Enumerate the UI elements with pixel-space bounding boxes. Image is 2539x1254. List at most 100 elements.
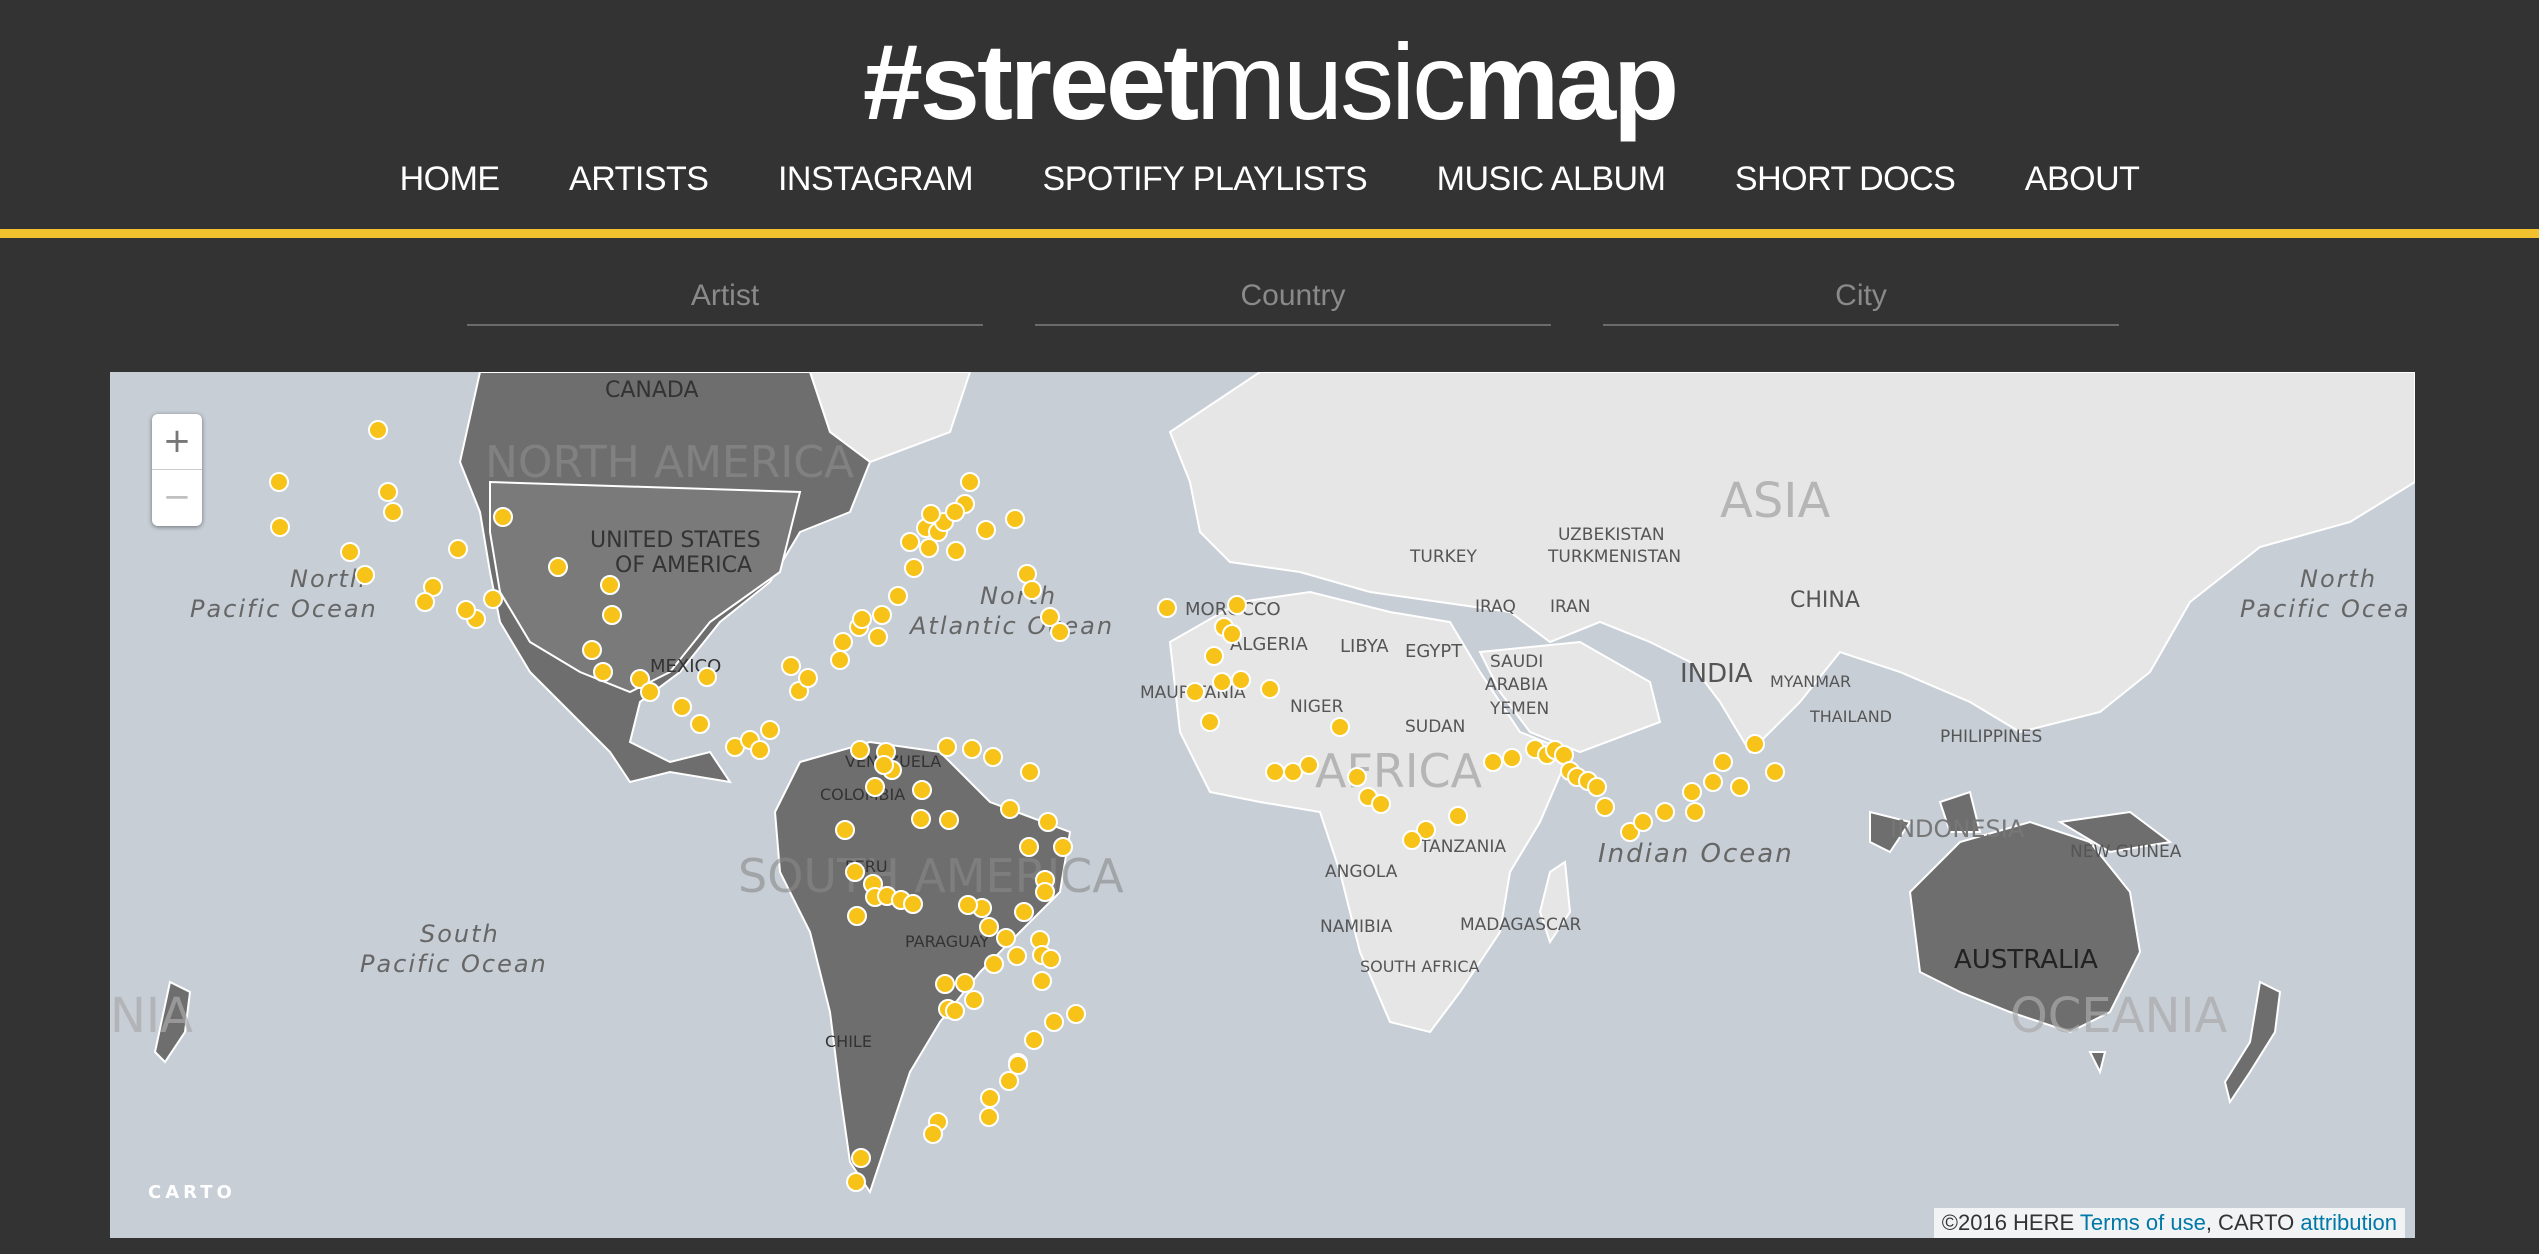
map-marker[interactable] bbox=[1008, 1055, 1028, 1075]
map-marker[interactable] bbox=[1703, 772, 1723, 792]
map-marker[interactable] bbox=[888, 586, 908, 606]
map-marker[interactable] bbox=[355, 565, 375, 585]
map-marker[interactable] bbox=[1200, 712, 1220, 732]
map-marker[interactable] bbox=[1007, 946, 1027, 966]
map-marker[interactable] bbox=[1227, 595, 1247, 615]
map-marker[interactable] bbox=[1005, 509, 1025, 529]
map-marker[interactable] bbox=[958, 895, 978, 915]
map-marker[interactable] bbox=[1685, 802, 1705, 822]
map-marker[interactable] bbox=[903, 894, 923, 914]
map-marker[interactable] bbox=[1020, 762, 1040, 782]
map-marker[interactable] bbox=[847, 906, 867, 926]
map-marker[interactable] bbox=[493, 507, 513, 527]
map-marker[interactable] bbox=[383, 502, 403, 522]
map-marker[interactable] bbox=[939, 810, 959, 830]
nav-artists[interactable]: ARTISTS bbox=[569, 160, 709, 199]
map-marker[interactable] bbox=[1022, 580, 1042, 600]
map-marker[interactable] bbox=[415, 592, 435, 612]
map-marker[interactable] bbox=[1044, 1012, 1064, 1032]
map-canvas[interactable]: CANADA NORTH AMERICA UNITED STATES OF AM… bbox=[110, 372, 2415, 1238]
nav-spotify-playlists[interactable]: SPOTIFY PLAYLISTS bbox=[1043, 160, 1368, 199]
map-marker[interactable] bbox=[456, 600, 476, 620]
map-marker[interactable] bbox=[851, 1148, 871, 1168]
map-marker[interactable] bbox=[1014, 902, 1034, 922]
map-marker[interactable] bbox=[600, 575, 620, 595]
map-marker[interactable] bbox=[874, 755, 894, 775]
map-marker[interactable] bbox=[980, 1088, 1000, 1108]
map-marker[interactable] bbox=[1265, 762, 1285, 782]
nav-short-docs[interactable]: SHORT DOCS bbox=[1735, 160, 1956, 199]
map-marker[interactable] bbox=[1402, 830, 1422, 850]
map-marker[interactable] bbox=[865, 777, 885, 797]
map-marker[interactable] bbox=[690, 714, 710, 734]
map-marker[interactable] bbox=[1032, 971, 1052, 991]
map-marker[interactable] bbox=[946, 541, 966, 561]
country-filter-input[interactable] bbox=[1035, 268, 1551, 326]
map-marker[interactable] bbox=[1655, 802, 1675, 822]
map-marker[interactable] bbox=[1448, 806, 1468, 826]
map-marker[interactable] bbox=[448, 539, 468, 559]
zoom-out-button[interactable]: − bbox=[152, 470, 202, 525]
map-marker[interactable] bbox=[1038, 812, 1058, 832]
map-marker[interactable] bbox=[582, 640, 602, 660]
map-marker[interactable] bbox=[900, 532, 920, 552]
map-marker[interactable] bbox=[1730, 777, 1750, 797]
nav-home[interactable]: HOME bbox=[400, 160, 501, 199]
map-marker[interactable] bbox=[672, 697, 692, 717]
map-marker[interactable] bbox=[1000, 799, 1020, 819]
map-marker[interactable] bbox=[868, 627, 888, 647]
map-marker[interactable] bbox=[912, 780, 932, 800]
map-marker[interactable] bbox=[830, 650, 850, 670]
map-marker[interactable] bbox=[960, 472, 980, 492]
nav-music-album[interactable]: MUSIC ALBUM bbox=[1437, 160, 1666, 199]
map-marker[interactable] bbox=[945, 1001, 965, 1021]
map-marker[interactable] bbox=[904, 558, 924, 578]
nav-instagram[interactable]: INSTAGRAM bbox=[778, 160, 974, 199]
map-marker[interactable] bbox=[846, 1172, 866, 1192]
map-marker[interactable] bbox=[955, 973, 975, 993]
map-marker[interactable] bbox=[1157, 598, 1177, 618]
map-marker[interactable] bbox=[945, 502, 965, 522]
map-marker[interactable] bbox=[1066, 1004, 1086, 1024]
map-marker[interactable] bbox=[483, 589, 503, 609]
map-marker[interactable] bbox=[835, 820, 855, 840]
map-marker[interactable] bbox=[962, 739, 982, 759]
map-marker[interactable] bbox=[1041, 949, 1061, 969]
map-marker[interactable] bbox=[697, 667, 717, 687]
map-marker[interactable] bbox=[983, 747, 1003, 767]
map-marker[interactable] bbox=[1053, 837, 1073, 857]
map-marker[interactable] bbox=[750, 740, 770, 760]
city-filter-input[interactable] bbox=[1603, 268, 2119, 326]
map-marker[interactable] bbox=[378, 482, 398, 502]
map-marker[interactable] bbox=[850, 740, 870, 760]
map-marker[interactable] bbox=[911, 809, 931, 829]
map-marker[interactable] bbox=[760, 720, 780, 740]
map-marker[interactable] bbox=[1765, 762, 1785, 782]
map-marker[interactable] bbox=[548, 557, 568, 577]
map-marker[interactable] bbox=[1024, 1030, 1044, 1050]
map-marker[interactable] bbox=[919, 538, 939, 558]
map-marker[interactable] bbox=[1682, 782, 1702, 802]
map-marker[interactable] bbox=[1035, 882, 1055, 902]
map-marker[interactable] bbox=[996, 928, 1016, 948]
map-marker[interactable] bbox=[979, 1107, 999, 1127]
map-marker[interactable] bbox=[602, 605, 622, 625]
map-marker[interactable] bbox=[1595, 797, 1615, 817]
map-marker[interactable] bbox=[781, 656, 801, 676]
map-marker[interactable] bbox=[923, 1124, 943, 1144]
map-marker[interactable] bbox=[845, 862, 865, 882]
map-marker[interactable] bbox=[1260, 679, 1280, 699]
map-marker[interactable] bbox=[1204, 646, 1224, 666]
map-marker[interactable] bbox=[979, 917, 999, 937]
map-marker[interactable] bbox=[1185, 682, 1205, 702]
map-marker[interactable] bbox=[984, 954, 1004, 974]
map-marker[interactable] bbox=[872, 605, 892, 625]
map-marker[interactable] bbox=[640, 682, 660, 702]
map-marker[interactable] bbox=[340, 542, 360, 562]
map-marker[interactable] bbox=[1587, 777, 1607, 797]
zoom-in-button[interactable]: + bbox=[152, 414, 202, 470]
map-marker[interactable] bbox=[1347, 767, 1367, 787]
map-marker[interactable] bbox=[1019, 837, 1039, 857]
map-marker[interactable] bbox=[1483, 752, 1503, 772]
map-marker[interactable] bbox=[935, 974, 955, 994]
